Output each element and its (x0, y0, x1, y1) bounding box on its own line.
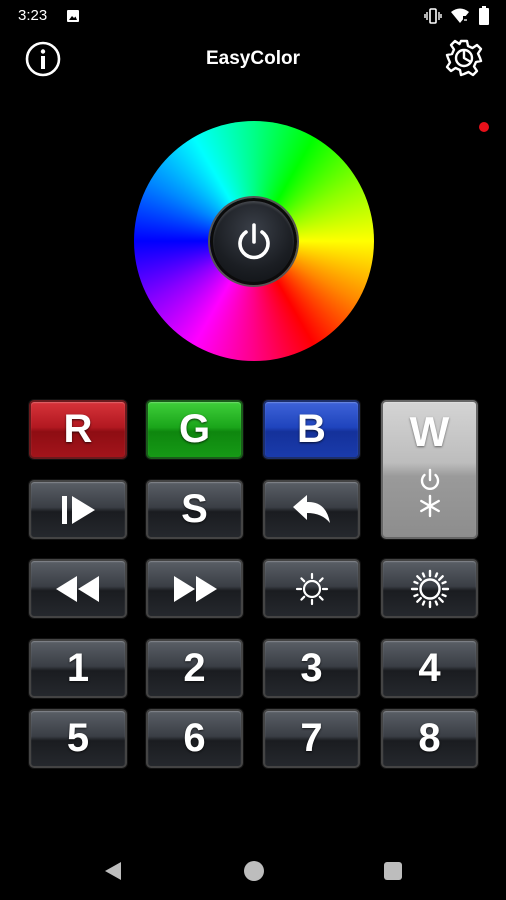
number-3-label: 3 (300, 646, 323, 690)
number-7-label: 7 (300, 716, 323, 760)
white-button[interactable]: W (381, 400, 478, 539)
number-2-label: 2 (183, 646, 206, 690)
number-5-label: 5 (66, 716, 90, 760)
number-8-label: 8 (418, 716, 441, 760)
status-time: 3:23 (18, 7, 48, 24)
play-pause-icon (62, 495, 95, 524)
recents-icon[interactable] (384, 862, 402, 880)
connection-indicator-dot (479, 122, 489, 132)
red-button-label: R (63, 407, 93, 451)
number-8-button[interactable]: 8 (381, 709, 478, 768)
number-7-button[interactable]: 7 (263, 709, 360, 768)
wifi-icon (451, 8, 469, 23)
fast-forward-icon (173, 575, 217, 602)
white-snowflake-icon (419, 494, 440, 518)
s-button[interactable]: S (146, 480, 243, 539)
power-button[interactable] (210, 198, 297, 285)
undo-icon (292, 494, 330, 523)
app-title: EasyColor (206, 48, 300, 69)
number-3-button[interactable]: 3 (263, 639, 360, 698)
blue-button[interactable]: B (263, 400, 360, 459)
white-button-label: W (409, 408, 450, 455)
back-icon[interactable] (102, 860, 124, 882)
system-nav-bar (0, 840, 506, 900)
play-pause-button[interactable] (29, 480, 127, 539)
brightness-up-button[interactable] (381, 559, 478, 618)
rewind-button[interactable] (29, 559, 127, 618)
undo-button[interactable] (263, 480, 360, 539)
vibrate-icon (424, 8, 442, 24)
brightness-down-button[interactable] (263, 559, 360, 618)
image-icon (67, 10, 79, 22)
s-button-label: S (181, 487, 208, 531)
settings-gear-icon[interactable] (444, 38, 484, 78)
white-power-icon (420, 468, 439, 490)
number-4-button[interactable]: 4 (381, 639, 478, 698)
battery-icon (479, 6, 489, 25)
number-2-button[interactable]: 2 (146, 639, 243, 698)
number-4-label: 4 (418, 646, 441, 690)
red-button[interactable]: R (29, 400, 127, 459)
brightness-high-icon (410, 569, 449, 608)
fast-forward-button[interactable] (146, 559, 243, 618)
number-5-button[interactable]: 5 (29, 709, 127, 768)
green-button-label: G (178, 407, 211, 451)
green-button[interactable]: G (146, 400, 243, 459)
number-6-label: 6 (183, 716, 206, 760)
number-1-label: 1 (66, 646, 90, 690)
status-bar: 3:23 (0, 0, 506, 32)
blue-button-label: B (297, 407, 326, 451)
home-icon[interactable] (244, 861, 264, 881)
number-6-button[interactable]: 6 (146, 709, 243, 768)
number-1-button[interactable]: 1 (29, 639, 127, 698)
rewind-icon (56, 575, 99, 602)
brightness-low-icon (295, 572, 328, 605)
app-bar: EasyColor (0, 32, 506, 84)
power-icon (237, 222, 270, 259)
